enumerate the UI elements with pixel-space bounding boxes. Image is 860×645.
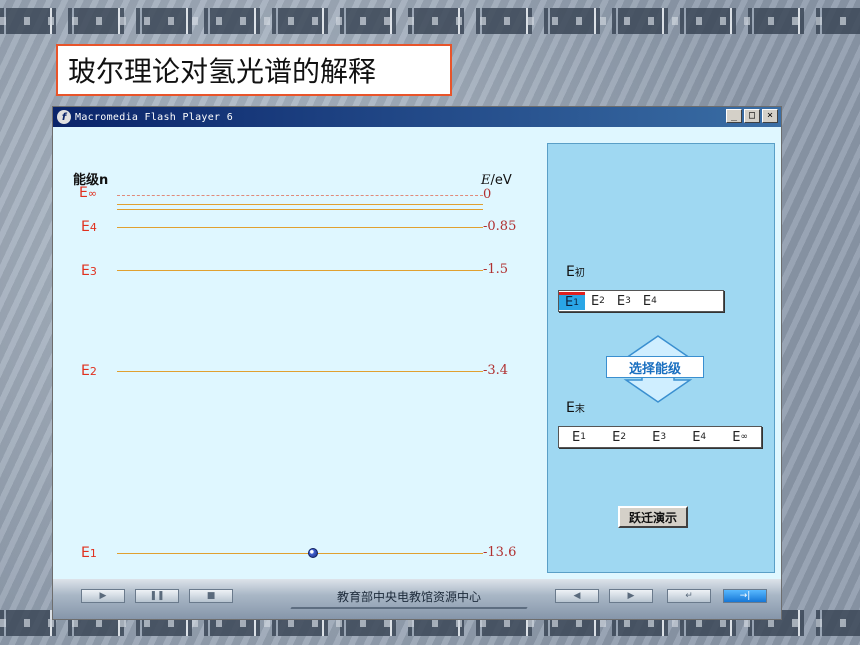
level-line-4 [117,227,483,228]
final-option-e1[interactable]: E1 [566,428,592,446]
minimize-button[interactable]: _ [726,109,742,123]
final-option-einf[interactable]: E ∞ [726,428,754,446]
level-value-inf: 0 [483,187,492,202]
maximize-button[interactable]: □ [744,109,760,123]
exit-button[interactable]: →| [723,589,767,603]
final-level-selector: E1 E2 E3 E4 E ∞ [558,426,762,448]
level-line-n5 [117,209,483,210]
return-button[interactable]: ↵ [667,589,711,603]
flash-app-icon: f [57,110,71,124]
control-panel: E初 E1 E2 E3 E4 选择能级 E末 E1 E2 E3 E4 E ∞ 跃迁… [547,143,775,573]
level-line-2 [117,371,483,372]
window-title: Macromedia Flash Player 6 [75,111,234,123]
final-option-e3[interactable]: E3 [646,428,672,446]
final-level-label: E末 [566,400,585,416]
pause-button[interactable]: ❚❚ [135,589,179,603]
level-label-1: E1 [81,545,97,561]
level-label-2: E2 [81,363,97,379]
initial-option-e3[interactable]: E3 [611,292,637,310]
back-button[interactable]: ◀ [555,589,599,603]
slide-title: 玻尔理论对氢光谱的解释 [56,44,452,96]
level-line-n6 [117,204,483,205]
choose-level-button[interactable]: 选择能级 [606,356,704,378]
initial-level-label: E初 [566,264,585,280]
play-button[interactable]: ▶ [81,589,125,603]
energy-axis-label: E/eV [481,173,512,188]
level-value-1: -13.6 [483,545,517,560]
close-button[interactable]: × [762,109,778,123]
transition-demo-button[interactable]: 跃迁演示 [618,506,688,528]
initial-option-e1[interactable]: E1 [559,292,585,310]
flash-stage: 能级n E/eV E∞ 0 E4 -0.85 E3 -1.5 E2 -3.4 E… [53,127,781,579]
playback-control-bar: ▶ ❚❚ ■ 教育部中央电教馆资源中心 ◀ ▶ ↵ →| [53,579,781,619]
level-label-3: E3 [81,263,97,279]
initial-option-e4[interactable]: E4 [637,292,663,310]
level-line-3 [117,270,483,271]
initial-option-e2[interactable]: E2 [585,292,611,310]
publisher-title: 教育部中央电教馆资源中心 [299,585,519,607]
forward-button[interactable]: ▶ [609,589,653,603]
window-controls: _ □ × [726,109,778,123]
stop-button[interactable]: ■ [189,589,233,603]
level-label-4: E4 [81,219,97,235]
level-value-4: -0.85 [483,219,517,234]
final-option-e2[interactable]: E2 [606,428,632,446]
level-value-2: -3.4 [483,363,509,378]
level-line-inf [117,195,483,196]
initial-level-selector: E1 E2 E3 E4 [558,290,724,312]
flash-player-window: f Macromedia Flash Player 6 _ □ × 能级n E/… [52,106,782,620]
window-titlebar[interactable]: f Macromedia Flash Player 6 _ □ × [53,107,781,127]
final-option-e4[interactable]: E4 [686,428,712,446]
electron-dot [308,548,318,558]
filmstrip-top [0,8,860,34]
energy-level-diagram: 能级n E/eV E∞ 0 E4 -0.85 E3 -1.5 E2 -3.4 E… [53,127,545,579]
level-line-1 [117,553,483,554]
level-value-3: -1.5 [483,262,509,277]
level-label-inf: E∞ [79,185,98,201]
